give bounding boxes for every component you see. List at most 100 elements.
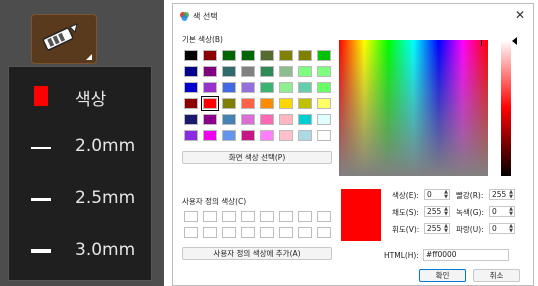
basic-color-cell[interactable] — [260, 114, 274, 125]
basic-color-cell[interactable] — [298, 98, 312, 109]
basic-color-cell[interactable] — [241, 130, 255, 141]
close-icon[interactable]: ✕ — [515, 8, 525, 22]
custom-color-cell[interactable] — [298, 211, 312, 222]
basic-color-cell[interactable] — [260, 98, 274, 109]
hue-spinbox[interactable]: 0 ▲ ▼ — [424, 189, 450, 200]
custom-color-cell[interactable] — [241, 227, 255, 238]
menu-item-2-5mm[interactable]: 2.5mm — [9, 179, 151, 219]
custom-color-cell[interactable] — [222, 211, 236, 222]
basic-color-cell[interactable] — [279, 130, 293, 141]
basic-color-cell[interactable] — [298, 130, 312, 141]
basic-color-cell[interactable] — [201, 96, 219, 111]
basic-color-cell[interactable] — [241, 82, 255, 93]
menu-item-label: 2.0mm — [75, 136, 136, 156]
color-spectrum[interactable] — [339, 40, 488, 176]
basic-color-cell[interactable] — [203, 114, 217, 125]
basic-color-cell[interactable] — [203, 82, 217, 93]
basic-color-cell[interactable] — [184, 66, 198, 77]
basic-color-cell[interactable] — [260, 66, 274, 77]
menu-item-color[interactable]: 색상 — [9, 76, 151, 116]
basic-color-cell[interactable] — [260, 50, 274, 61]
dropdown-corner-icon — [86, 54, 92, 60]
menu-item-3mm[interactable]: 3.0mm — [9, 231, 151, 271]
menu-item-2mm[interactable]: 2.0mm — [9, 127, 151, 167]
custom-color-cell[interactable] — [184, 227, 198, 238]
saturation-spinbox[interactable]: 255 ▲ ▼ — [424, 206, 450, 217]
custom-color-cell[interactable] — [279, 211, 293, 222]
custom-color-cell[interactable] — [241, 211, 255, 222]
basic-color-cell[interactable] — [203, 50, 217, 61]
ok-button[interactable]: 확인 — [419, 269, 466, 282]
luminance-arrow-icon[interactable] — [512, 37, 517, 45]
basic-color-cell[interactable] — [298, 66, 312, 77]
basic-color-cell[interactable] — [184, 98, 198, 109]
basic-colors-label: 기본 색상(B) — [182, 35, 223, 44]
basic-color-cell[interactable] — [279, 50, 293, 61]
basic-color-cell[interactable] — [222, 98, 236, 109]
custom-color-cell[interactable] — [203, 211, 217, 222]
basic-color-cell[interactable] — [184, 130, 198, 141]
basic-color-cell[interactable] — [222, 114, 236, 125]
basic-color-cell[interactable] — [317, 98, 331, 109]
basic-color-cell[interactable] — [222, 130, 236, 141]
basic-color-cell[interactable] — [317, 50, 331, 61]
basic-color-cell[interactable] — [260, 130, 274, 141]
custom-color-cell[interactable] — [260, 211, 274, 222]
color-swatch — [34, 86, 48, 106]
basic-color-cell[interactable] — [317, 130, 331, 141]
line-width-icon — [31, 249, 51, 253]
line-width-icon — [31, 198, 51, 201]
basic-color-cell[interactable] — [298, 114, 312, 125]
basic-color-cell[interactable] — [317, 82, 331, 93]
highlighter-tool-button[interactable] — [31, 14, 97, 64]
pick-screen-color-button[interactable]: 화면 색상 선택(P) — [182, 151, 332, 164]
basic-color-cell[interactable] — [298, 50, 312, 61]
color-preview — [341, 189, 381, 241]
basic-color-cell[interactable] — [317, 114, 331, 125]
basic-color-cell[interactable] — [279, 66, 293, 77]
html-label: HTML(H): — [384, 251, 419, 260]
hue-label: 색상(E): — [392, 191, 419, 200]
basic-color-cell[interactable] — [184, 50, 198, 61]
red-spinbox[interactable]: 255 ▲ ▼ — [489, 189, 515, 200]
custom-color-cell[interactable] — [317, 211, 331, 222]
value-label: 휘도(V): — [392, 225, 420, 234]
custom-color-cell[interactable] — [317, 227, 331, 238]
menu-item-label: 2.5mm — [75, 188, 136, 208]
value-spinbox[interactable]: 255 ▲ ▼ — [424, 223, 450, 234]
basic-color-cell[interactable] — [241, 50, 255, 61]
basic-color-cell[interactable] — [222, 82, 236, 93]
basic-color-cell[interactable] — [184, 82, 198, 93]
basic-color-cell[interactable] — [317, 66, 331, 77]
custom-color-cell[interactable] — [184, 211, 198, 222]
html-color-input[interactable]: #ff0000 — [423, 249, 509, 261]
basic-color-cell[interactable] — [279, 98, 293, 109]
add-custom-color-button[interactable]: 사용자 정의 색상에 추가(A) — [182, 247, 332, 260]
basic-color-cell[interactable] — [222, 50, 236, 61]
blue-spinbox[interactable]: 0 ▲ ▼ — [489, 223, 515, 234]
custom-color-cell[interactable] — [279, 227, 293, 238]
basic-color-cell[interactable] — [184, 114, 198, 125]
line-width-icon — [31, 147, 51, 149]
saturation-label: 채도(S): — [392, 208, 419, 217]
custom-color-cell[interactable] — [260, 227, 274, 238]
basic-color-cell[interactable] — [203, 66, 217, 77]
custom-color-cell[interactable] — [298, 227, 312, 238]
basic-color-cell[interactable] — [241, 98, 255, 109]
green-spinbox[interactable]: 0 ▲ ▼ — [489, 206, 515, 217]
basic-color-cell[interactable] — [260, 82, 274, 93]
basic-color-cell[interactable] — [279, 82, 293, 93]
custom-color-cell[interactable] — [222, 227, 236, 238]
cancel-button[interactable]: 취소 — [473, 269, 520, 282]
basic-color-cell[interactable] — [241, 66, 255, 77]
basic-color-cell[interactable] — [222, 66, 236, 77]
color-picker-dialog: 색 선택 ✕ 기본 색상(B) 화면 색상 선택(P) 사용자 정의 색상(C)… — [172, 3, 534, 286]
blue-label: 파랑(U): — [456, 225, 484, 234]
basic-color-cell[interactable] — [203, 130, 217, 141]
custom-colors-label: 사용자 정의 색상(C) — [182, 197, 247, 206]
custom-color-cell[interactable] — [203, 227, 217, 238]
basic-color-cell[interactable] — [298, 82, 312, 93]
basic-color-cell[interactable] — [241, 114, 255, 125]
luminance-slider[interactable] — [501, 40, 511, 176]
basic-color-cell[interactable] — [279, 114, 293, 125]
